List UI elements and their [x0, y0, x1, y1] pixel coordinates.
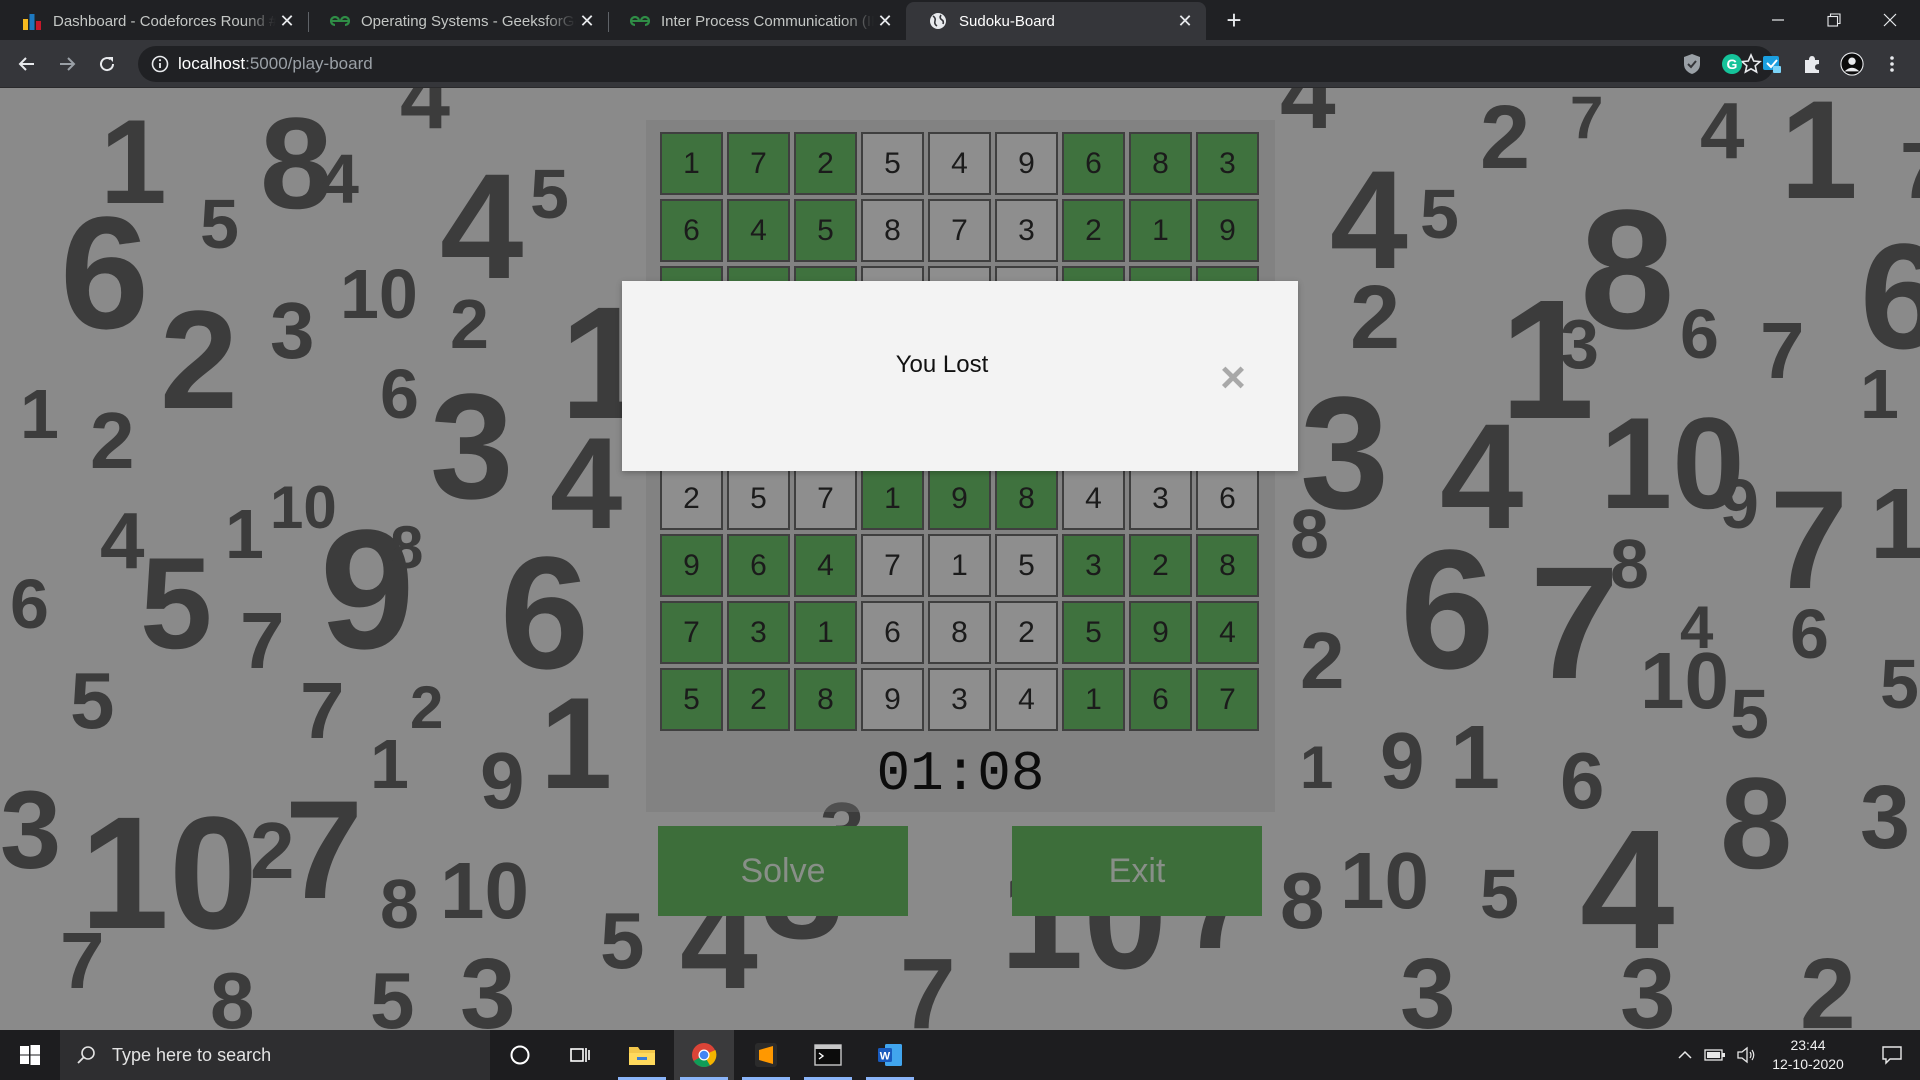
chrome-icon[interactable] [674, 1030, 734, 1080]
tab-sudoku-board[interactable]: Sudoku-Board ✕ [906, 2, 1206, 40]
task-view-icon[interactable] [550, 1030, 610, 1080]
close-tab-icon[interactable]: ✕ [874, 10, 896, 32]
tab-geeksforgeeks-ipc[interactable]: Inter Process Communication (IPC) ✕ [608, 2, 906, 40]
sublime-text-icon[interactable] [736, 1030, 796, 1080]
browser-tab-strip: Dashboard - Codeforces Round # ✕ Operati… [0, 0, 1920, 40]
close-modal-icon[interactable]: × [1218, 356, 1248, 400]
word-icon[interactable]: W [860, 1030, 920, 1080]
translate-extension-icon[interactable] [1760, 52, 1784, 76]
clock-time: 23:44 [1790, 1037, 1826, 1053]
result-message: You Lost [895, 351, 989, 378]
forward-arrow-icon[interactable] [51, 48, 83, 80]
shield-extension-icon[interactable] [1680, 52, 1704, 76]
page-viewport: 1 8 5 4 4 4 5 6 2 3 10 2 1 2 6 3 1 10 4 … [0, 88, 1920, 1030]
modal-backdrop[interactable] [0, 88, 1920, 1030]
globe-icon [928, 11, 948, 31]
svg-text:W: W [880, 1051, 891, 1063]
close-tab-icon[interactable]: ✕ [276, 10, 298, 32]
windows-taskbar: Type here to search W 23:44 12-10-2020 [0, 1030, 1920, 1080]
extensions-puzzle-icon[interactable] [1800, 52, 1824, 76]
tab-codeforces[interactable]: Dashboard - Codeforces Round # ✕ [0, 2, 308, 40]
cortana-icon[interactable] [490, 1030, 550, 1080]
notification-icon[interactable] [1864, 1030, 1920, 1080]
tab-geeksforgeeks-os[interactable]: Operating Systems - GeeksforGeeks ✕ [308, 2, 608, 40]
site-info-icon[interactable] [150, 54, 170, 74]
new-tab-button[interactable]: + [1220, 6, 1248, 34]
volume-icon[interactable] [1732, 1030, 1760, 1080]
restore-icon[interactable] [1806, 0, 1862, 40]
tab-title: Dashboard - Codeforces Round # [53, 12, 276, 30]
back-arrow-icon[interactable] [11, 48, 43, 80]
taskbar-clock[interactable]: 23:44 12-10-2020 [1760, 1036, 1856, 1074]
url-text: localhost:5000/play-board [178, 54, 373, 73]
grammarly-extension-icon[interactable]: G [1720, 52, 1744, 76]
file-explorer-icon[interactable] [612, 1030, 672, 1080]
tab-title: Operating Systems - GeeksforGeeks [361, 12, 576, 30]
clock-date: 12-10-2020 [1772, 1056, 1844, 1072]
reload-icon[interactable] [91, 48, 123, 80]
address-bar[interactable]: localhost:5000/play-board [138, 46, 1774, 82]
close-tab-icon[interactable]: ✕ [576, 10, 598, 32]
geeksforgeeks-icon [330, 11, 350, 31]
chrome-menu-icon[interactable] [1880, 52, 1904, 76]
tab-title: Sudoku-Board [959, 12, 1055, 30]
taskbar-search-box[interactable]: Type here to search [60, 1030, 490, 1080]
minimize-icon[interactable] [1750, 0, 1806, 40]
result-modal: You Lost × [622, 281, 1298, 471]
close-window-icon[interactable] [1862, 0, 1918, 40]
terminal-icon[interactable] [798, 1030, 858, 1080]
svg-text:G: G [1727, 56, 1738, 72]
profile-avatar-icon[interactable] [1840, 52, 1864, 76]
battery-icon[interactable] [1700, 1030, 1730, 1080]
tab-title: Inter Process Communication (IPC) [661, 12, 874, 30]
codeforces-icon [22, 11, 42, 31]
browser-toolbar: localhost:5000/play-board G [0, 40, 1920, 88]
chevron-up-icon[interactable] [1672, 1030, 1698, 1080]
geeksforgeeks-icon [630, 11, 650, 31]
close-tab-icon[interactable]: ✕ [1174, 10, 1196, 32]
search-placeholder: Type here to search [112, 1044, 272, 1065]
search-icon [76, 1045, 96, 1065]
windows-start-icon[interactable] [0, 1030, 60, 1080]
